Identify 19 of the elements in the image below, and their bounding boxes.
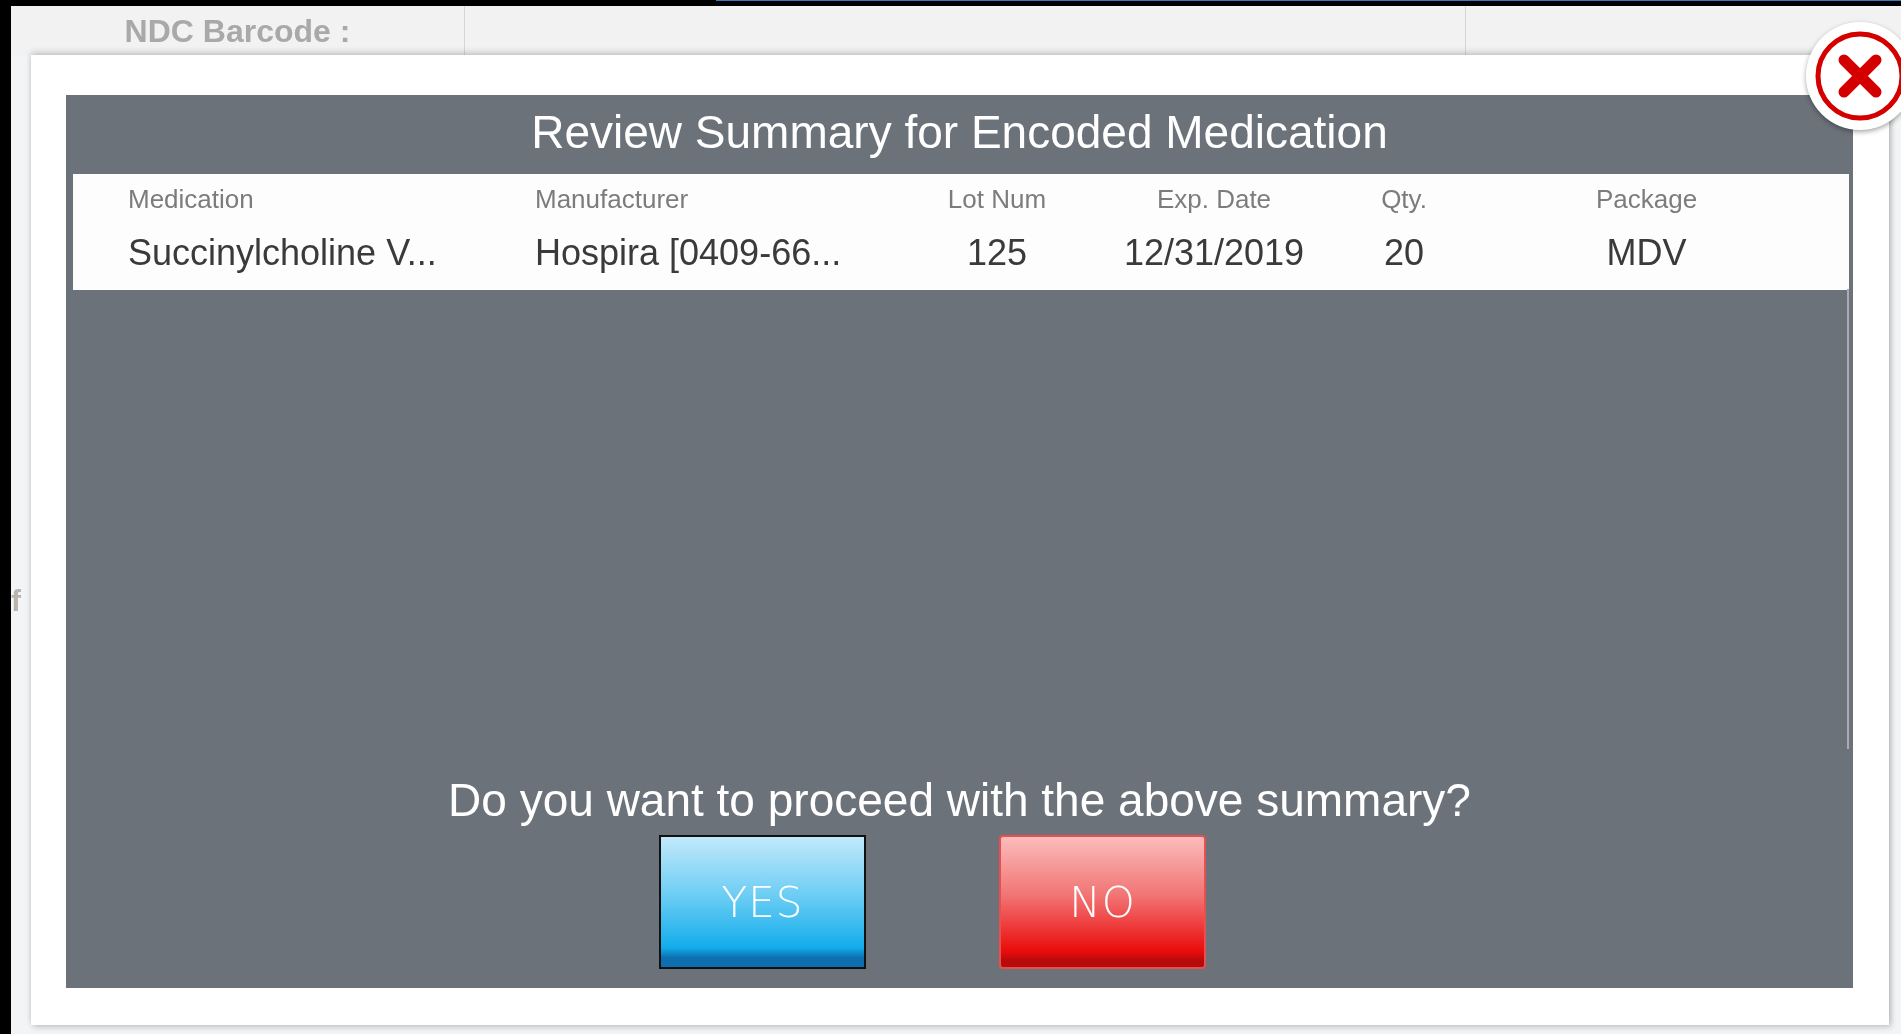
question-text: Do you want to proceed with the above summary?	[448, 773, 1471, 827]
column-header: Package	[1595, 183, 1698, 215]
table-cell-text: Hospira [0409-66...	[534, 232, 842, 275]
column-header: Exp. Date	[1156, 183, 1272, 215]
column-header: Medication	[127, 183, 254, 215]
yes-button[interactable]: YES	[659, 835, 866, 969]
table-cell-text: 125	[966, 232, 1028, 275]
close-icon	[1814, 30, 1901, 122]
table-cell-text: MDV	[1606, 232, 1687, 275]
column-header: Lot Num	[947, 183, 1047, 215]
dialog-title: Review Summary for Encoded Medication	[531, 105, 1388, 160]
table-cell-text: Succinylcholine V...	[127, 232, 437, 275]
column-header: Qty.	[1381, 183, 1427, 215]
column-header: Manufacturer	[534, 183, 689, 215]
table-cell-text: 20	[1383, 232, 1424, 275]
label-fragment: f	[11, 584, 21, 618]
table-cell-text: 12/31/2019	[1123, 232, 1305, 275]
scrollbar[interactable]	[1847, 289, 1849, 749]
no-button[interactable]: NO	[999, 835, 1206, 969]
